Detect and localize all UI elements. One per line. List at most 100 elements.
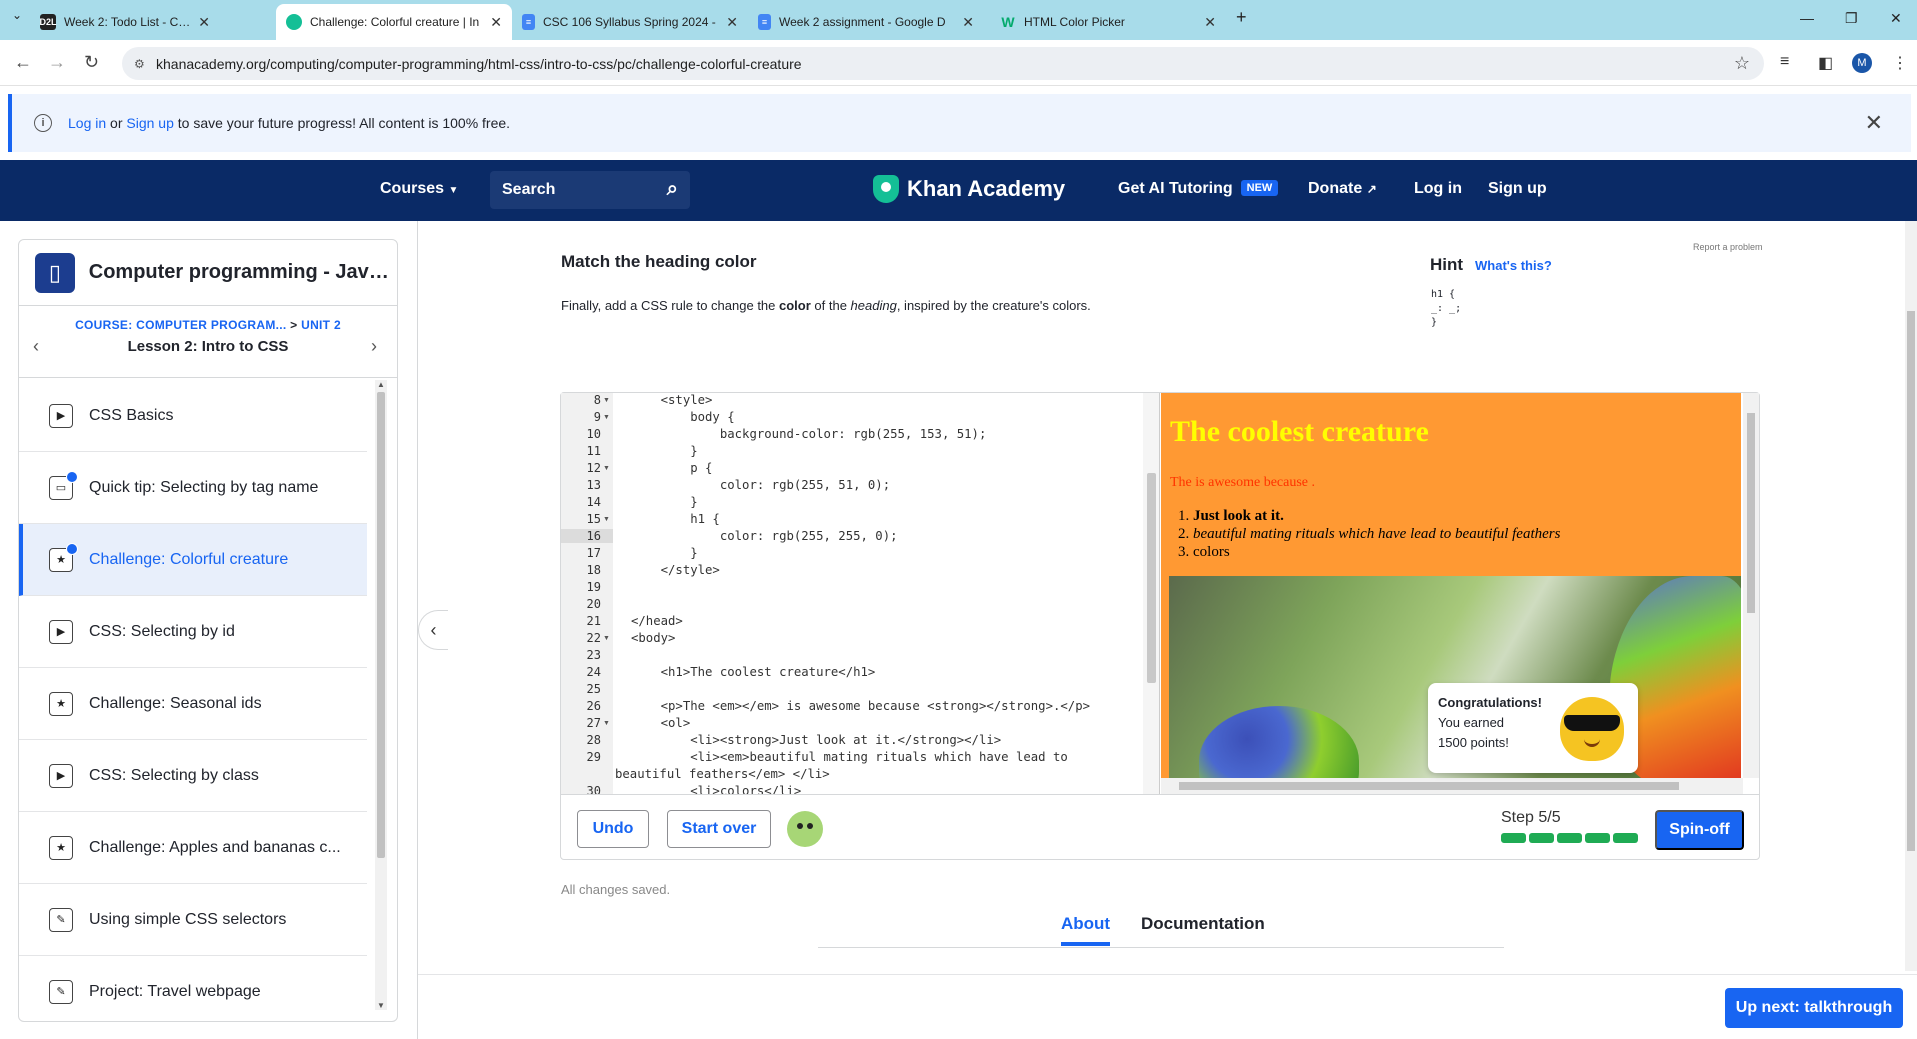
menu-kebab-icon[interactable]: ⋮	[1892, 53, 1908, 73]
prev-lesson-icon[interactable]: ‹	[33, 336, 39, 357]
scroll-down-icon[interactable]: ▼	[377, 1001, 385, 1010]
crumb-course-link[interactable]: COURSE: COMPUTER PROGRAM...	[75, 318, 286, 332]
spin-off-button[interactable]: Spin-off	[1655, 810, 1744, 850]
forward-icon[interactable]: →	[48, 52, 66, 73]
close-tab-icon[interactable]: ✕	[1204, 14, 1216, 31]
browser-tab-3[interactable]: ≡ CSC 106 Syllabus Spring 2024 - ✕	[512, 4, 748, 40]
user-avatar[interactable]	[787, 811, 823, 847]
browser-tab-1[interactable]: D2L Week 2: Todo List - CSC106: The ✕	[30, 4, 220, 40]
browser-tab-2[interactable]: Challenge: Colorful creature | In ✕	[276, 4, 512, 40]
sidebar-item-travel-webpage[interactable]: ✎ Project: Travel webpage	[19, 956, 367, 1021]
browser-tab-4[interactable]: ≡ Week 2 assignment - Google D ✕	[748, 4, 984, 40]
code-line[interactable]: <ol>	[631, 716, 691, 730]
tab-documentation[interactable]: Documentation	[1141, 914, 1265, 934]
save-status: All changes saved.	[561, 882, 671, 897]
code-line[interactable]: beautiful feathers</em> </li>	[615, 767, 830, 781]
fold-arrow-icon[interactable]: ▼	[603, 465, 610, 472]
close-banner-icon[interactable]: ✕	[1865, 110, 1883, 136]
sidebar-item-quick-tip[interactable]: ▭ Quick tip: Selecting by tag name	[19, 452, 367, 524]
next-lesson-icon[interactable]: ›	[371, 336, 377, 357]
signup-link[interactable]: Sign up	[1488, 180, 1547, 198]
fold-arrow-icon[interactable]: ▼	[603, 397, 610, 404]
start-over-button[interactable]: Start over	[667, 810, 771, 848]
code-line[interactable]: <body>	[631, 631, 675, 645]
media-icon[interactable]: ≡	[1780, 53, 1789, 71]
browser-tab-5[interactable]: W HTML Color Picker ✕	[990, 4, 1226, 40]
sidebar-item-selecting-by-class[interactable]: ▶ CSS: Selecting by class	[19, 740, 367, 812]
profile-avatar[interactable]: M	[1852, 53, 1872, 73]
code-line[interactable]: body {	[631, 410, 734, 424]
code-line[interactable]: </head>	[631, 614, 683, 628]
code-line[interactable]: }	[631, 495, 697, 509]
khan-academy-logo[interactable]: Khan Academy	[873, 175, 1065, 203]
close-tab-icon[interactable]: ✕	[198, 14, 210, 31]
search-input[interactable]: Search ⌕	[490, 171, 690, 209]
close-tab-icon[interactable]: ✕	[726, 14, 738, 31]
preview-horizontal-scrollbar[interactable]	[1161, 778, 1743, 794]
code-line[interactable]: <h1>The coolest creature</h1>	[631, 665, 876, 679]
code-line[interactable]: <style>	[631, 393, 713, 407]
sidebar-item-apples-bananas[interactable]: ★ Challenge: Apples and bananas c...	[19, 812, 367, 884]
fold-arrow-icon[interactable]: ▼	[603, 516, 610, 523]
sidebar-item-selecting-by-id[interactable]: ▶ CSS: Selecting by id	[19, 596, 367, 668]
preview-vertical-scrollbar[interactable]	[1743, 393, 1759, 778]
scrollbar-thumb[interactable]	[1147, 473, 1156, 683]
fold-arrow-icon[interactable]: ▼	[603, 414, 610, 421]
sidebar-scrollbar[interactable]: ▲ ▼	[375, 380, 387, 1010]
code-line[interactable]: background-color: rgb(255, 153, 51);	[631, 427, 987, 441]
login-link[interactable]: Log in	[1414, 180, 1462, 198]
up-next-button[interactable]: Up next: talkthrough	[1725, 988, 1903, 1028]
scrollbar-thumb[interactable]	[1747, 413, 1755, 613]
tab-about[interactable]: About	[1061, 914, 1111, 946]
code-line[interactable]: <p>The <em></em> is awesome because <str…	[631, 699, 1090, 713]
sidebar-item-simple-selectors[interactable]: ✎ Using simple CSS selectors	[19, 884, 367, 956]
fold-arrow-icon[interactable]: ▼	[603, 635, 610, 642]
whats-this-link[interactable]: What's this?	[1475, 258, 1552, 273]
sidebar-item-seasonal-ids[interactable]: ★ Challenge: Seasonal ids	[19, 668, 367, 740]
url-bar[interactable]: ⚙ khanacademy.org/computing/computer-pro…	[122, 47, 1764, 80]
code-line[interactable]: }	[631, 546, 697, 560]
reload-icon[interactable]: ↻	[84, 52, 99, 73]
code-editor[interactable]: 8 ▼ 9 ▼ 10 11 12 ▼ 13 14 15 ▼ 16 17 18 19 20 21 22 ▼ 23 24 25 2…	[561, 393, 1160, 794]
close-tab-icon[interactable]: ✕	[962, 14, 974, 31]
side-panel-icon[interactable]: ◧	[1818, 53, 1833, 73]
collapse-sidebar-button[interactable]: ‹	[418, 610, 448, 650]
code-line[interactable]: h1 {	[631, 512, 720, 526]
code-line[interactable]: color: rgb(255, 255, 0);	[631, 529, 898, 543]
editor-scrollbar[interactable]	[1143, 393, 1159, 794]
scrollbar-thumb[interactable]	[1907, 311, 1915, 851]
undo-button[interactable]: Undo	[577, 810, 649, 848]
code-line[interactable]: }	[631, 444, 697, 458]
page-scrollbar[interactable]	[1905, 221, 1917, 971]
sidebar-item-css-basics[interactable]: ▶ CSS Basics	[19, 380, 367, 452]
ai-tutoring-link[interactable]: Get AI Tutoring NEW	[1118, 180, 1279, 198]
scrollbar-thumb[interactable]	[1179, 782, 1679, 790]
code-line[interactable]: <li><strong>Just look at it.</strong></l…	[631, 733, 1001, 747]
banner-signup-link[interactable]: Sign up	[126, 115, 173, 131]
close-window-icon[interactable]: ✕	[1890, 10, 1902, 27]
donate-link[interactable]: Donate ↗	[1308, 180, 1377, 198]
bookmark-star-icon[interactable]: ☆	[1734, 53, 1750, 74]
close-tab-icon[interactable]: ✕	[490, 14, 502, 31]
code-line[interactable]: color: rgb(255, 51, 0);	[631, 478, 890, 492]
course-title[interactable]: Computer programming - JavaScr...	[89, 261, 397, 284]
courses-menu[interactable]: Courses ▼	[380, 180, 458, 198]
restore-icon[interactable]: ❐	[1845, 10, 1858, 27]
fold-arrow-icon[interactable]: ▼	[603, 720, 610, 727]
code-line[interactable]: <li>colors</li>	[631, 784, 801, 794]
search-icon[interactable]: ⌕	[667, 178, 678, 201]
minimize-icon[interactable]: —	[1800, 10, 1814, 26]
scroll-up-icon[interactable]: ▲	[377, 380, 385, 389]
report-problem-link[interactable]: Report a problem	[1693, 242, 1763, 252]
banner-login-link[interactable]: Log in	[68, 115, 106, 131]
code-line[interactable]: p {	[631, 461, 712, 475]
crumb-unit-link[interactable]: UNIT 2	[301, 318, 341, 332]
scrollbar-thumb[interactable]	[377, 392, 385, 858]
code-line[interactable]: <li><em>beautiful mating rituals which h…	[631, 750, 1068, 764]
site-info-icon[interactable]: ⚙	[134, 57, 145, 71]
tab-search-icon[interactable]: ⌄	[12, 8, 22, 22]
back-icon[interactable]: ←	[14, 52, 32, 73]
code-line[interactable]: </style>	[631, 563, 720, 577]
sidebar-item-colorful-creature[interactable]: ★ Challenge: Colorful creature	[19, 524, 367, 596]
new-tab-button[interactable]: +	[1236, 7, 1247, 28]
